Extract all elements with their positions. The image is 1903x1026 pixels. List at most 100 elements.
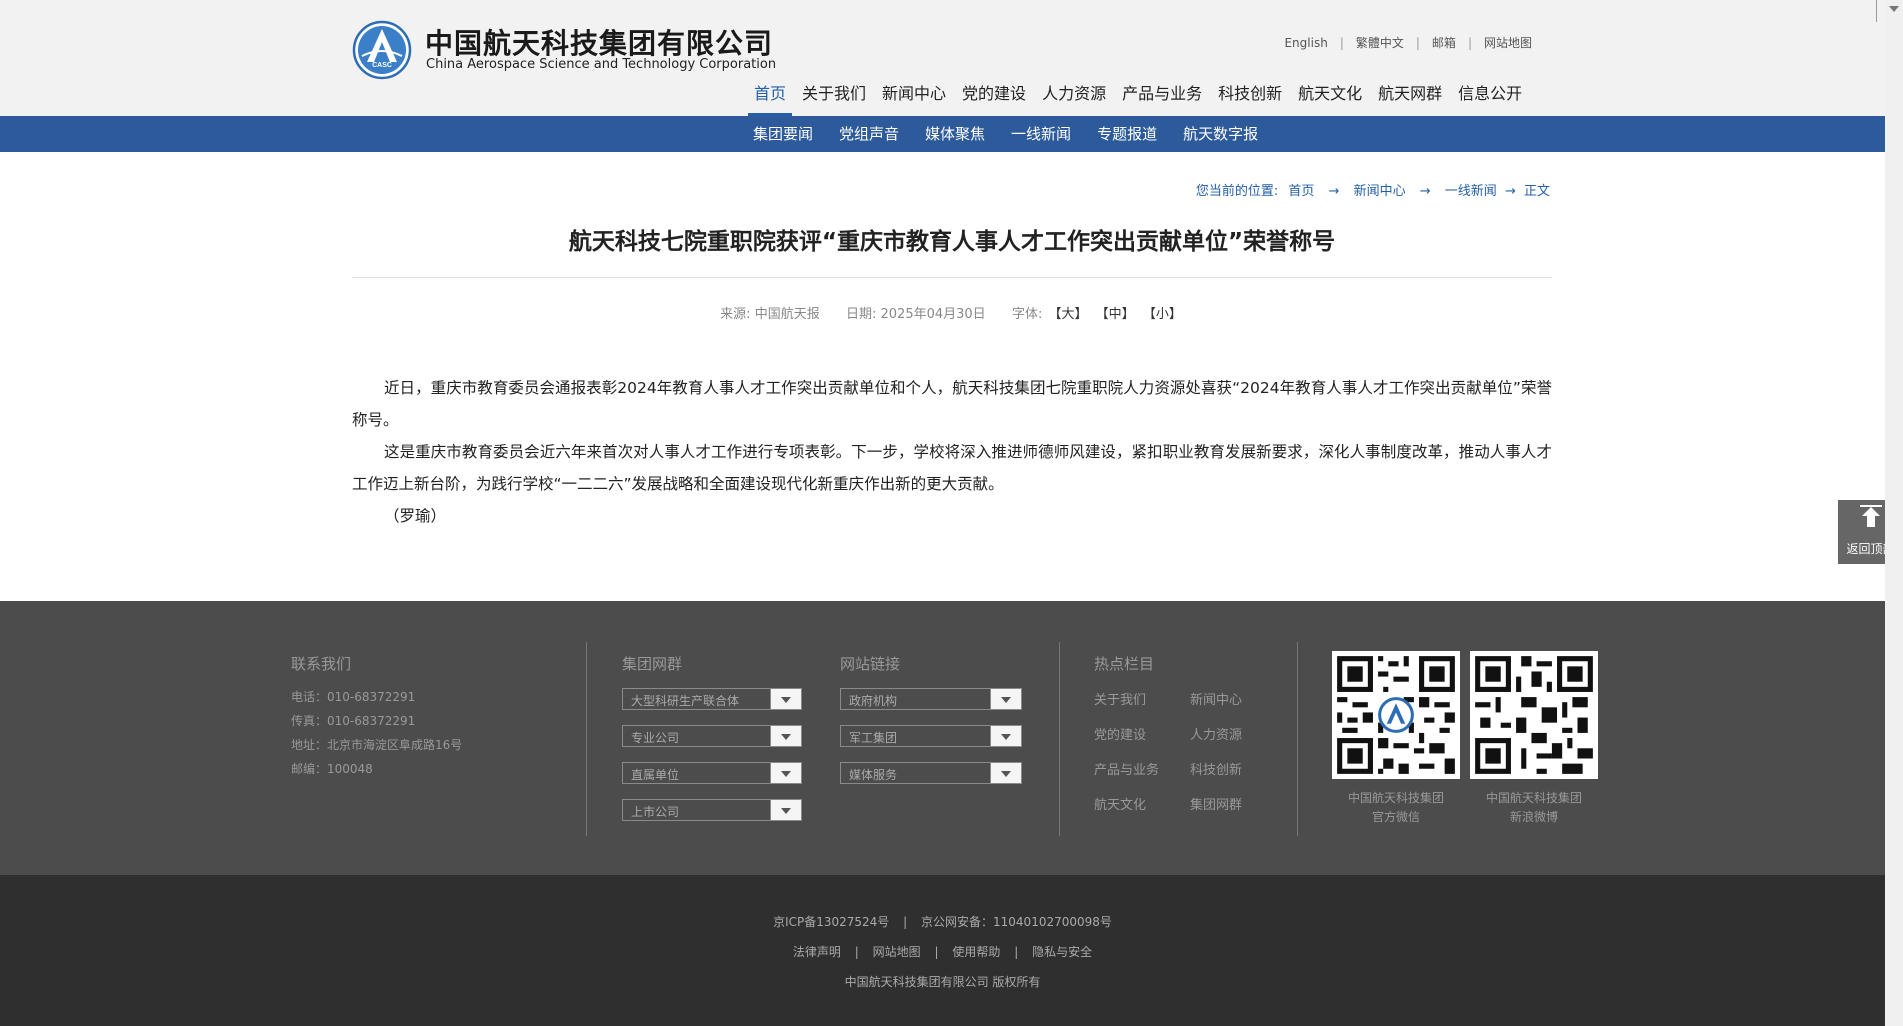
footer-link-sitemap[interactable]: 网站地图 (873, 945, 921, 959)
nav-item-about[interactable]: 关于我们 (794, 80, 874, 116)
dropdown-group-direct[interactable]: 直属单位 (622, 762, 802, 784)
bottom-footer: 京ICP备13027524号 | 京公网安备：11040102700098号 法… (0, 875, 1885, 1026)
arrow-right-icon: → (1328, 184, 1340, 199)
chevron-down-icon[interactable] (770, 726, 801, 746)
qr-caption-line: 新浪微博 (1509, 810, 1558, 824)
dropdown-label: 军工集团 (849, 731, 898, 745)
font-medium-button[interactable]: 【中】 (1096, 307, 1135, 322)
subnav-item-digital-paper[interactable]: 航天数字报 (1170, 116, 1271, 152)
hot-link-about[interactable]: 关于我们 (1094, 689, 1146, 708)
separator: | (1339, 35, 1344, 50)
hot-link-news[interactable]: 新闻中心 (1190, 689, 1242, 708)
hot-link-products[interactable]: 产品与业务 (1094, 759, 1159, 778)
qr-caption-line: 官方微信 (1371, 810, 1420, 824)
site-links-heading: 网站链接 (840, 655, 901, 673)
article-body: 近日，重庆市教育委员会通报表彰2024年教育人事人才工作突出贡献单位和个人，航天… (352, 372, 1552, 532)
top-link-mail[interactable]: 邮箱 (1432, 34, 1456, 51)
wechat-qr-code[interactable] (1332, 651, 1460, 779)
chevron-down-icon[interactable] (770, 689, 801, 709)
subnav-item-media[interactable]: 媒体聚焦 (912, 116, 998, 152)
arrow-right-icon: → (1504, 184, 1516, 199)
breadcrumb-frontline[interactable]: 一线新闻 (1445, 184, 1497, 199)
source-label: 来源: (720, 307, 751, 322)
hot-link-culture[interactable]: 航天文化 (1094, 794, 1146, 813)
nav-item-disclosure[interactable]: 信息公开 (1450, 80, 1530, 116)
source-value: 中国航天报 (754, 307, 820, 322)
contact-phone: 电话：010-68372291 (291, 690, 416, 704)
top-link-traditional-chinese[interactable]: 繁體中文 (1356, 34, 1404, 51)
wechat-qr-caption: 中国航天科技集团 官方微信 (1326, 789, 1466, 827)
page-scrollbar[interactable] (1885, 0, 1903, 1026)
casc-logo-icon[interactable]: CASC (352, 20, 412, 80)
hot-link-party[interactable]: 党的建设 (1094, 724, 1146, 743)
top-link-english[interactable]: English (1284, 36, 1327, 50)
chevron-down-icon[interactable] (990, 689, 1021, 709)
footer-link-privacy[interactable]: 隐私与安全 (1032, 945, 1092, 959)
site-title-en[interactable]: China Aerospace Science and Technology C… (426, 57, 776, 72)
dropdown-group-companies[interactable]: 专业公司 (622, 725, 802, 747)
dropdown-label: 大型科研生产联合体 (631, 694, 740, 708)
subnav-item-party-voice[interactable]: 党组声音 (826, 116, 912, 152)
footer-links: 法律声明 | 网站地图 | 使用帮助 | 隐私与安全 (0, 943, 1885, 960)
contact-fax: 传真：010-68372291 (291, 714, 416, 728)
site-header: CASC 中国航天科技集团有限公司 China Aerospace Scienc… (0, 0, 1885, 116)
site-title-cn[interactable]: 中国航天科技集团有限公司 (425, 22, 773, 62)
font-label: 字体: (1011, 307, 1043, 322)
subnav-item-special[interactable]: 专题报道 (1084, 116, 1170, 152)
arrow-right-icon: → (1419, 184, 1431, 199)
chevron-down-icon[interactable] (990, 763, 1021, 783)
nav-item-news[interactable]: 新闻中心 (874, 80, 954, 116)
icp-number[interactable]: 京ICP备13027524号 (773, 915, 889, 929)
sub-nav-bar: 集团要闻 党组声音 媒体聚焦 一线新闻 专题报道 航天数字报 (0, 116, 1885, 152)
top-link-sitemap[interactable]: 网站地图 (1484, 34, 1532, 51)
separator: | (934, 945, 939, 959)
dropdown-group-listed[interactable]: 上市公司 (622, 799, 802, 821)
contact-postcode: 邮编：100048 (291, 762, 373, 776)
article-author: （罗瑜） (384, 507, 447, 525)
dropdown-military[interactable]: 军工集团 (840, 725, 1022, 747)
dropdown-media[interactable]: 媒体服务 (840, 762, 1022, 784)
article-paragraph: 这是重庆市教育委员会近六年来首次对人事人才工作进行专项表彰。下一步，学校将深入推… (352, 443, 1552, 493)
dropdown-label: 专业公司 (631, 731, 680, 745)
chevron-down-icon[interactable] (770, 763, 801, 783)
nav-item-hr[interactable]: 人力资源 (1034, 80, 1114, 116)
footer-link-help[interactable]: 使用帮助 (952, 945, 1000, 959)
dropdown-label: 媒体服务 (849, 768, 898, 782)
dropdown-gov[interactable]: 政府机构 (840, 688, 1022, 710)
footer-divider (1059, 642, 1060, 836)
hot-link-hr[interactable]: 人力资源 (1190, 724, 1242, 743)
subnav-item-group-news[interactable]: 集团要闻 (740, 116, 826, 152)
nav-item-home[interactable]: 首页 (746, 80, 794, 116)
font-small-button[interactable]: 【小】 (1143, 307, 1182, 322)
footer-link-legal[interactable]: 法律声明 (793, 945, 841, 959)
dropdown-group-research[interactable]: 大型科研生产联合体 (622, 688, 802, 710)
nav-item-party[interactable]: 党的建设 (954, 80, 1034, 116)
chevron-down-icon[interactable] (770, 800, 801, 820)
nav-item-culture[interactable]: 航天文化 (1290, 80, 1370, 116)
breadcrumb-current[interactable]: 正文 (1524, 184, 1550, 199)
subnav-item-frontline[interactable]: 一线新闻 (998, 116, 1084, 152)
article-title: 航天科技七院重职院获评“重庆市教育人事人才工作突出贡献单位”荣誉称号 (568, 229, 1336, 255)
site-footer: 联系我们 电话：010-68372291 传真：010-68372291 地址：… (0, 601, 1885, 875)
hot-link-innovation[interactable]: 科技创新 (1190, 759, 1242, 778)
nav-item-products[interactable]: 产品与业务 (1114, 80, 1210, 116)
dropdown-label: 政府机构 (849, 694, 898, 708)
registration-line: 京ICP备13027524号 | 京公网安备：11040102700098号 (0, 913, 1885, 930)
breadcrumb-news[interactable]: 新闻中心 (1354, 184, 1406, 199)
nav-item-network[interactable]: 航天网群 (1370, 80, 1450, 116)
nav-item-innovation[interactable]: 科技创新 (1210, 80, 1290, 116)
separator: | (903, 915, 908, 929)
weibo-qr-code[interactable] (1470, 651, 1598, 779)
breadcrumb-prefix: 您当前的位置: (1195, 184, 1279, 199)
font-large-button[interactable]: 【大】 (1049, 307, 1088, 322)
group-sites-heading: 集团网群 (622, 655, 683, 673)
chevron-down-icon[interactable] (990, 726, 1021, 746)
separator: | (1415, 35, 1420, 50)
hot-link-network[interactable]: 集团网群 (1190, 794, 1242, 813)
article-meta: 来源: 中国航天报 日期: 2025年04月30日 字体: 【大】 【中】 【小… (352, 303, 1552, 322)
breadcrumb-home[interactable]: 首页 (1288, 184, 1314, 199)
footer-divider (586, 642, 587, 836)
dropdown-label: 上市公司 (631, 805, 680, 819)
scroll-arrow-icon[interactable] (1889, 6, 1899, 12)
police-registration[interactable]: 京公网安备：11040102700098号 (921, 915, 1112, 929)
